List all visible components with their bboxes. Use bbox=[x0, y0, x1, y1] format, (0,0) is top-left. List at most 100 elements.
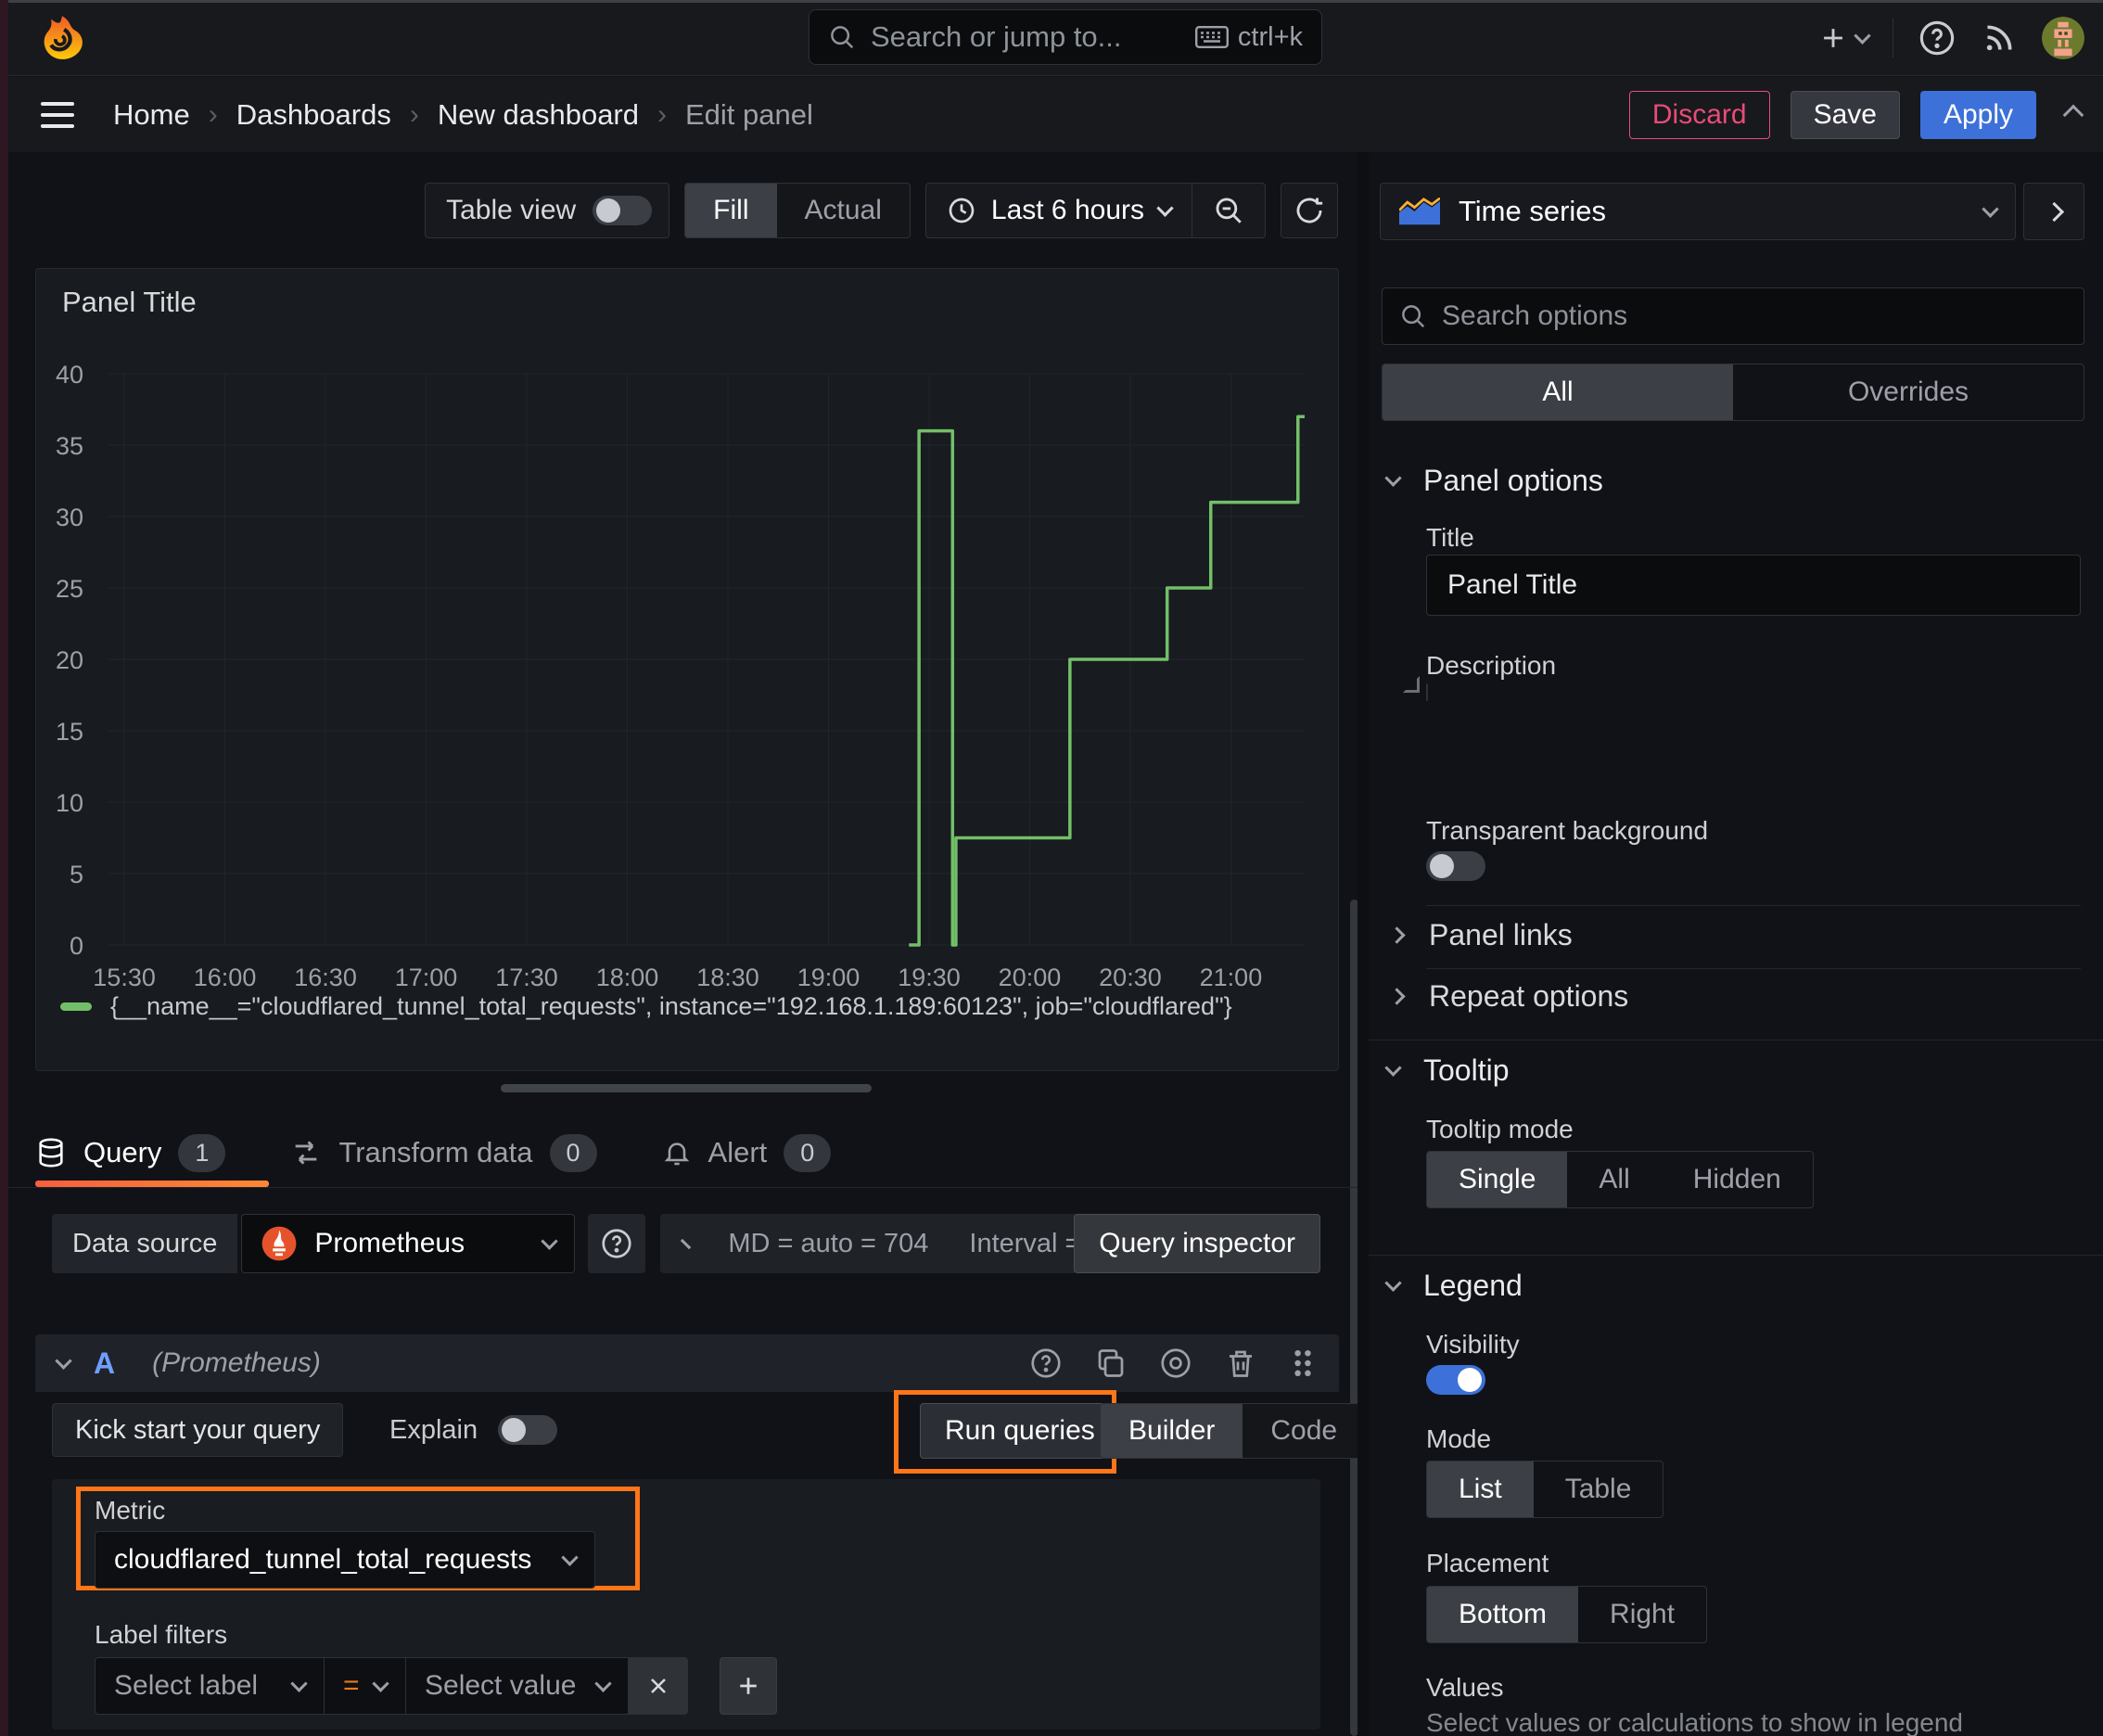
legend-placement-bottom[interactable]: Bottom bbox=[1427, 1587, 1579, 1642]
tooltip-hidden-option[interactable]: Hidden bbox=[1662, 1152, 1813, 1207]
explain-label: Explain bbox=[389, 1414, 478, 1445]
query-help-icon[interactable] bbox=[1029, 1347, 1063, 1380]
collapse-up-icon[interactable] bbox=[2062, 104, 2084, 125]
explain-control: Explain bbox=[389, 1403, 558, 1457]
tab-all[interactable]: All bbox=[1383, 364, 1733, 420]
database-icon bbox=[35, 1137, 67, 1168]
remove-filter-button[interactable] bbox=[629, 1657, 688, 1715]
chevron-right-icon bbox=[681, 1238, 692, 1249]
breadcrumb-home[interactable]: Home bbox=[113, 98, 190, 132]
legend-placement-right[interactable]: Right bbox=[1578, 1587, 1706, 1642]
resize-handle-icon[interactable] bbox=[1403, 676, 1420, 693]
y-tick-label: 30 bbox=[56, 504, 83, 531]
kick-start-query-button[interactable]: Kick start your query bbox=[52, 1403, 344, 1457]
title-label: Title bbox=[1426, 523, 1474, 552]
breadcrumb-new-dashboard[interactable]: New dashboard bbox=[438, 98, 639, 132]
tooltip-all-option[interactable]: All bbox=[1567, 1152, 1661, 1207]
collapse-sidebar-button[interactable] bbox=[2023, 183, 2084, 240]
chevron-down-icon[interactable] bbox=[55, 1351, 72, 1370]
options-search-input[interactable]: Search options bbox=[1382, 287, 2084, 345]
operator-dropdown[interactable]: = bbox=[325, 1657, 406, 1715]
builder-option[interactable]: Builder bbox=[1101, 1404, 1243, 1458]
add-new-button[interactable] bbox=[1817, 22, 1871, 54]
datasource-label: Data source bbox=[52, 1214, 238, 1273]
description-textarea[interactable] bbox=[1403, 676, 1428, 701]
grafana-edit-panel-screen: Search or jump to... ctrl+k Home › Dashb… bbox=[0, 0, 2103, 1736]
datasource-picker[interactable]: Prometheus bbox=[241, 1214, 576, 1273]
panel-options-heading[interactable]: Panel options bbox=[1384, 464, 1603, 498]
duplicate-query-icon[interactable] bbox=[1094, 1347, 1128, 1380]
global-search-input[interactable]: Search or jump to... ctrl+k bbox=[809, 9, 1322, 65]
disable-query-eye-icon[interactable] bbox=[1159, 1347, 1192, 1380]
legend-visibility-toggle[interactable] bbox=[1426, 1365, 1485, 1395]
x-tick-label: 20:30 bbox=[1099, 964, 1162, 991]
panel-title-input[interactable]: Panel Title bbox=[1426, 555, 2081, 616]
active-tab-underline bbox=[35, 1181, 269, 1187]
series-line bbox=[909, 415, 1305, 947]
time-range-group: Last 6 hours bbox=[924, 183, 1266, 238]
alert-count-badge: 0 bbox=[784, 1133, 832, 1172]
table-view-toggle[interactable] bbox=[593, 196, 653, 225]
tooltip-mode-label: Tooltip mode bbox=[1426, 1115, 1574, 1143]
clock-icon bbox=[947, 196, 976, 225]
tab-overrides[interactable]: Overrides bbox=[1733, 364, 2084, 420]
tab-query[interactable]: Query 1 bbox=[35, 1118, 269, 1187]
time-range-picker[interactable]: Last 6 hours bbox=[926, 195, 1192, 226]
tab-alert[interactable]: Alert 0 bbox=[662, 1118, 832, 1187]
legend-mode-list[interactable]: List bbox=[1427, 1462, 1534, 1517]
query-inspector-button[interactable]: Query inspector bbox=[1074, 1214, 1320, 1273]
legend-values-hint: Select values or calculations to show in… bbox=[1426, 1708, 1964, 1736]
series-label[interactable]: {__name__="cloudflared_tunnel_total_requ… bbox=[110, 992, 1232, 1021]
legend-visibility-label: Visibility bbox=[1426, 1330, 1520, 1359]
query-builder-card: Metric cloudflared_tunnel_total_requests… bbox=[52, 1479, 1320, 1730]
zoom-out-button[interactable] bbox=[1192, 195, 1265, 226]
description-label: Description bbox=[1426, 651, 1557, 680]
query-a-header[interactable]: A (Prometheus) bbox=[35, 1334, 1339, 1392]
select-value-dropdown[interactable]: Select value bbox=[406, 1657, 629, 1715]
help-icon[interactable] bbox=[1918, 19, 1956, 57]
apply-button[interactable]: Apply bbox=[1919, 90, 2036, 139]
panel-gutter bbox=[1357, 152, 1369, 1736]
datasource-help-button[interactable] bbox=[588, 1214, 646, 1273]
run-queries-button[interactable]: Run queries bbox=[920, 1403, 1120, 1459]
visualization-picker[interactable]: Time series bbox=[1380, 183, 2016, 240]
user-avatar[interactable] bbox=[2042, 17, 2084, 59]
breadcrumb-dashboards[interactable]: Dashboards bbox=[236, 98, 391, 132]
x-tick-label: 16:00 bbox=[194, 964, 257, 991]
explain-toggle[interactable] bbox=[498, 1415, 558, 1445]
grafana-logo-icon[interactable] bbox=[37, 13, 87, 63]
code-option[interactable]: Code bbox=[1243, 1404, 1365, 1458]
query-options-collapsed[interactable]: MD = auto = 704 Interval = 30s bbox=[660, 1214, 1078, 1273]
divider bbox=[1369, 1255, 2103, 1256]
actual-option[interactable]: Actual bbox=[777, 184, 910, 237]
y-tick-label: 25 bbox=[56, 575, 83, 603]
fill-option[interactable]: Fill bbox=[685, 184, 777, 237]
news-rss-icon[interactable] bbox=[1981, 19, 2018, 57]
x-tick-label: 15:30 bbox=[93, 964, 156, 991]
menu-hamburger-icon[interactable] bbox=[41, 101, 74, 128]
discard-button[interactable]: Discard bbox=[1628, 90, 1770, 139]
select-label-dropdown[interactable]: Select label bbox=[95, 1657, 325, 1715]
divider bbox=[1426, 968, 2081, 969]
panel-links-section[interactable]: Panel links bbox=[1388, 918, 1573, 952]
divider bbox=[1426, 905, 2081, 906]
timeseries-chart[interactable]: 0 5 10 15 20 25 30 35 40 15:30 16:00 16:30 17:00 17:3… bbox=[36, 269, 1340, 1072]
transparent-background-toggle[interactable] bbox=[1426, 851, 1485, 881]
tooltip-heading[interactable]: Tooltip bbox=[1384, 1053, 1510, 1088]
metric-select[interactable]: cloudflared_tunnel_total_requests bbox=[95, 1531, 595, 1589]
legend-mode-table[interactable]: Table bbox=[1534, 1462, 1663, 1517]
repeat-options-section[interactable]: Repeat options bbox=[1388, 979, 1628, 1014]
delete-query-trash-icon[interactable] bbox=[1224, 1347, 1257, 1380]
drag-handle-icon[interactable] bbox=[1289, 1347, 1317, 1380]
tooltip-single-option[interactable]: Single bbox=[1427, 1152, 1568, 1207]
datasource-row: Data source Prometheus MD = auto = 704 I… bbox=[52, 1214, 1320, 1273]
save-button[interactable]: Save bbox=[1790, 90, 1900, 139]
add-filter-button[interactable] bbox=[720, 1657, 777, 1715]
series-color-pill[interactable] bbox=[60, 1002, 92, 1011]
options-filter-tabs: All Overrides bbox=[1382, 364, 2084, 421]
tab-transform-data[interactable]: Transform data 0 bbox=[290, 1118, 597, 1187]
horizontal-scrollbar[interactable] bbox=[501, 1084, 872, 1092]
refresh-button[interactable] bbox=[1281, 183, 1338, 238]
legend-heading[interactable]: Legend bbox=[1384, 1269, 1523, 1303]
query-editor-toolbar: Kick start your query Explain Run querie… bbox=[52, 1390, 1367, 1474]
